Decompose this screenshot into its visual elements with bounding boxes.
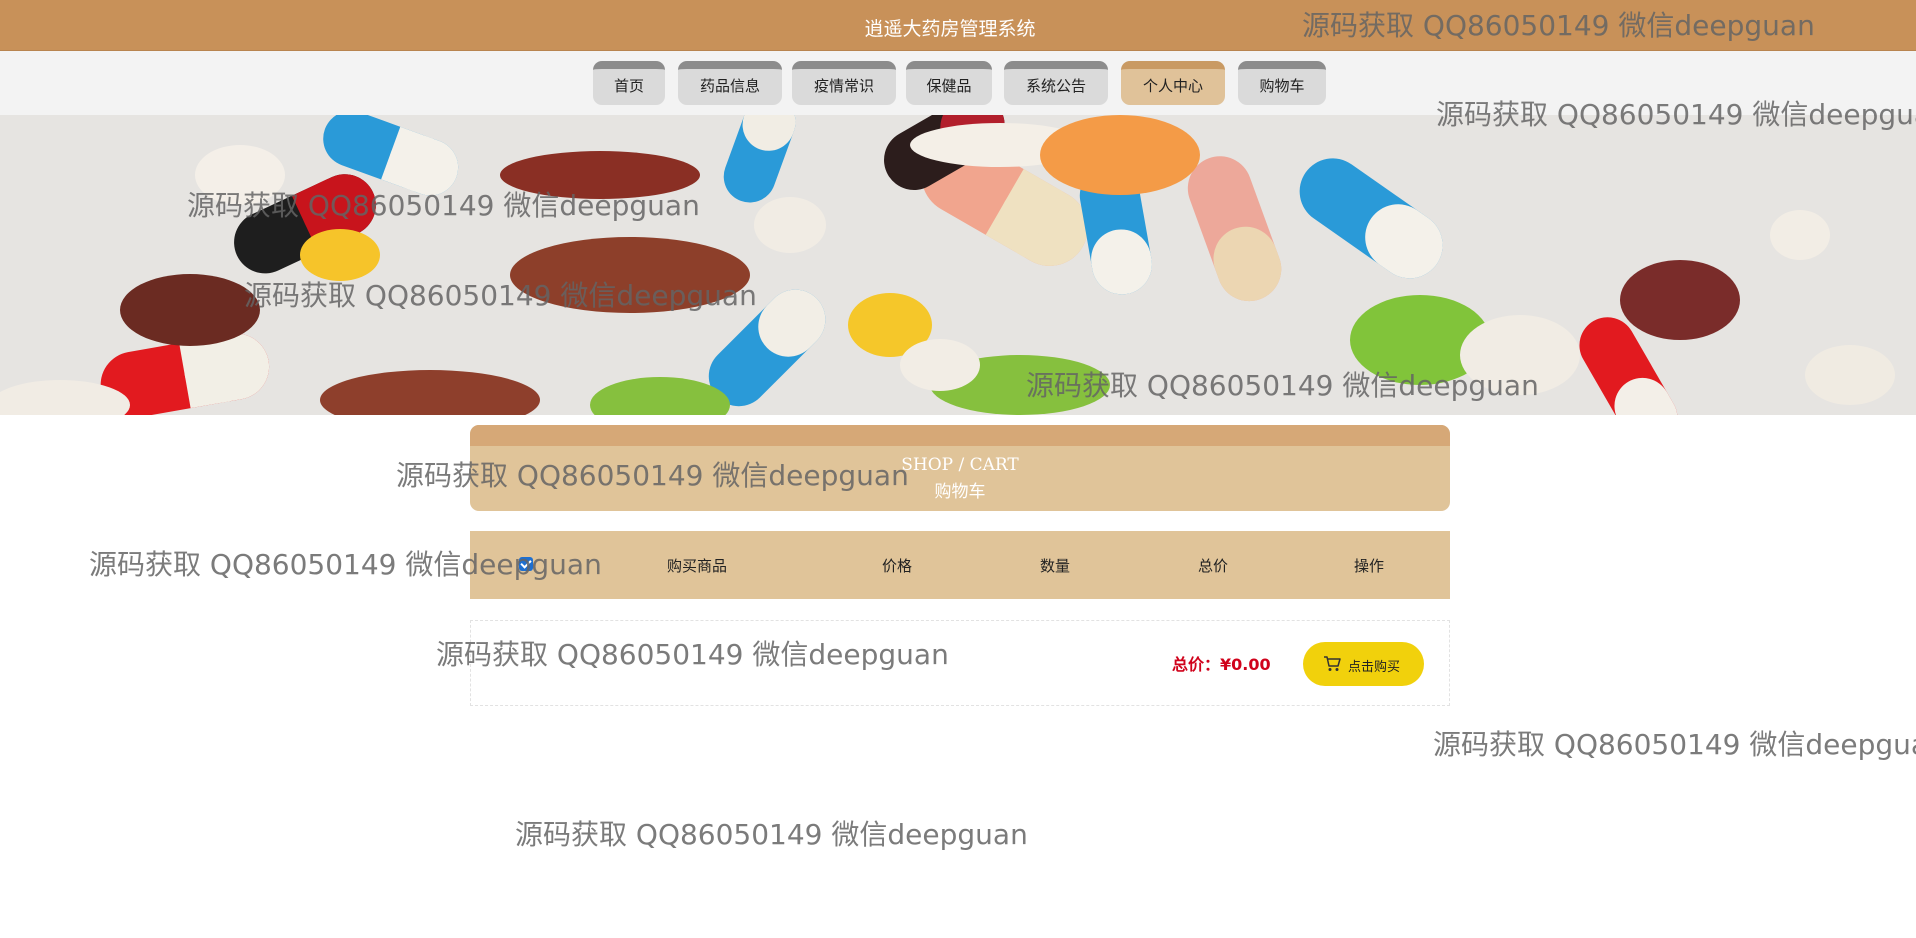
main-nav: 首页 药品信息 疫情常识 保健品 系统公告 个人中心 购物车 <box>0 51 1916 115</box>
cart-icon <box>1324 656 1341 671</box>
cart-title-panel: SHOP / CART 购物车 <box>470 425 1450 511</box>
cart-title-en: SHOP / CART <box>901 455 1019 475</box>
site-title: 逍遥大药房管理系统 <box>864 18 1036 40</box>
nav-item-cart[interactable]: 购物车 <box>1238 61 1326 105</box>
cart-title-cn: 购物车 <box>934 482 986 502</box>
column-header-product: 购买商品 <box>667 557 728 575</box>
cart-table-header: 购买商品 价格 数量 总价 操作 <box>470 531 1450 599</box>
nav-item-system-notice[interactable]: 系统公告 <box>1004 61 1108 105</box>
nav-item-personal-center[interactable]: 个人中心 <box>1121 61 1225 105</box>
column-header-total: 总价 <box>1198 557 1229 575</box>
pills-illustration <box>0 115 1916 415</box>
column-header-actions: 操作 <box>1354 557 1385 575</box>
cart-total-row: 总价：¥0.00 点击购买 <box>470 620 1450 706</box>
column-header-price: 价格 <box>882 557 913 575</box>
banner-image <box>0 115 1916 415</box>
watermark-text: 源码获取 QQ86050149 微信deepguan <box>515 818 1028 851</box>
select-all-checkbox[interactable] <box>519 557 533 571</box>
watermark-text: 源码获取 QQ86050149 微信deepguan <box>1433 728 1916 761</box>
cart-title-band <box>470 425 1450 446</box>
total-price: 总价：¥0.00 <box>1172 655 1271 674</box>
nav-item-medicine-info[interactable]: 药品信息 <box>678 61 782 105</box>
column-header-quantity: 数量 <box>1040 557 1071 575</box>
nav-item-health-products[interactable]: 保健品 <box>906 61 992 105</box>
nav-item-epidemic-knowledge[interactable]: 疫情常识 <box>792 61 896 105</box>
buy-button-label: 点击购买 <box>1348 660 1401 675</box>
nav-item-home[interactable]: 首页 <box>593 61 665 105</box>
buy-button[interactable]: 点击购买 <box>1303 642 1424 686</box>
top-header: 逍遥大药房管理系统 <box>0 0 1916 51</box>
